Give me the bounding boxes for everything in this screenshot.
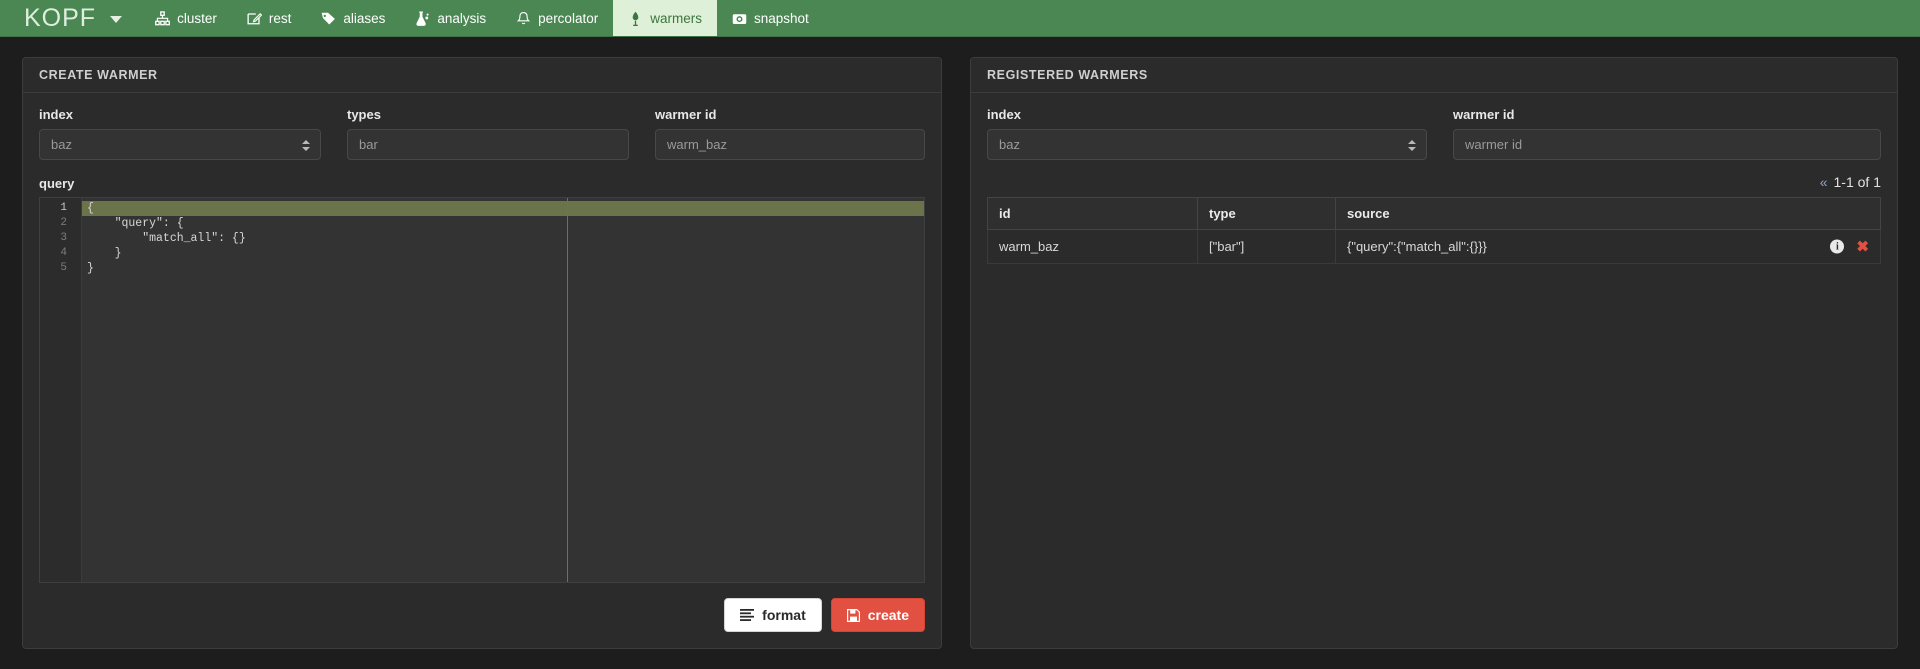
double-chevron-left-icon[interactable]: « [1820,174,1828,190]
create-warmer-id-input[interactable]: warm_baz [655,129,925,160]
nav-label: analysis [437,10,487,26]
code-line[interactable]: "match_all": {} [82,231,924,246]
registered-warmers-title: REGISTERED WARMERS [971,58,1897,93]
page-content: CREATE WARMER index baz types bar warmer… [0,37,1920,669]
gutter-line[interactable]: 5 [40,261,81,276]
create-warmer-id-field: warmer id warm_baz [655,107,925,160]
editor-code-area[interactable]: { "query": { "match_all": {} }} [82,198,924,582]
registered-warmers-panel: REGISTERED WARMERS index baz warmer id w… [970,57,1898,649]
nav-label: cluster [177,10,217,26]
brand-label: KOPF [24,3,97,32]
camera-icon [732,11,747,26]
bell-icon [516,11,531,26]
pagination: « 1-1 of 1 [987,174,1881,190]
cell-source-text: {"query":{"match_all":{}}} [1347,239,1487,254]
top-navbar: KOPF cluster rest aliases analysis perco… [0,0,1920,37]
nav-label: aliases [343,10,386,26]
cell-type: ["bar"] [1197,229,1336,264]
create-index-select[interactable]: baz [39,129,321,160]
align-justify-icon [740,609,755,621]
fire-icon [628,11,643,26]
code-line[interactable]: { [82,201,924,216]
registered-warmer-id-placeholder: warmer id [1465,137,1523,152]
create-warmer-actions: format create [39,598,925,632]
create-index-label: index [39,107,73,122]
create-index-field: index baz [39,107,321,160]
code-line[interactable]: } [82,246,924,261]
gutter-line[interactable]: 3 [40,231,81,246]
gutter-line[interactable]: 2 [40,216,81,231]
sitemap-icon [155,10,170,26]
column-header-source[interactable]: source [1335,197,1881,230]
registered-warmers-filters: index baz warmer id warmer id [987,107,1881,160]
nav-item-aliases[interactable]: aliases [306,0,400,36]
nav-item-percolator[interactable]: percolator [501,0,613,36]
create-warmer-form: index baz types bar warmer id warm_baz [39,107,925,160]
create-warmer-body: index baz types bar warmer id warm_baz q… [23,93,941,648]
nav-item-snapshot[interactable]: snapshot [717,0,824,36]
column-header-type[interactable]: type [1197,197,1336,230]
chevron-down-icon[interactable] [110,16,123,23]
gutter-line[interactable]: 1 [40,201,81,216]
query-editor[interactable]: 12345 { "query": { "match_all": {} }} [39,197,925,583]
nav-item-analysis[interactable]: analysis [400,0,501,36]
table-row: warm_baz ["bar"] {"query":{"match_all":{}}… [987,229,1881,264]
create-warmer-title: CREATE WARMER [23,58,941,93]
create-button-label: create [867,607,909,623]
cell-id: warm_baz [987,229,1198,264]
table-header: id type source [987,197,1881,230]
registered-index-label: index [987,107,1021,122]
nav-label: warmers [650,10,702,26]
nav-item-rest[interactable]: rest [232,0,307,36]
create-types-label: types [347,107,381,122]
flask-icon [415,10,430,26]
info-icon[interactable]: i [1830,239,1845,254]
code-line[interactable]: "query": { [82,216,924,231]
table-body: warm_baz ["bar"] {"query":{"match_all":{}}… [987,229,1881,264]
create-warmer-panel: CREATE WARMER index baz types bar warmer… [22,57,942,649]
close-icon[interactable]: ✖ [1856,239,1869,254]
format-button-label: format [762,607,806,623]
nav-items: cluster rest aliases analysis percolator [140,0,824,36]
create-types-input[interactable]: bar [347,129,629,160]
table-header-row: id type source [987,197,1881,230]
create-types-field: types bar [347,107,629,160]
registered-warmer-id-input[interactable]: warmer id [1453,129,1881,160]
nav-label: rest [268,10,292,26]
cell-source: {"query":{"match_all":{}}} i ✖ [1335,229,1881,264]
registered-warmers-body: index baz warmer id warmer id « 1-1 of 1 [971,93,1897,648]
edit-icon [247,11,262,26]
code-line[interactable]: } [82,261,924,276]
format-button[interactable]: format [724,598,822,632]
brand-logo[interactable]: KOPF [0,0,140,36]
row-actions: i ✖ [1830,239,1869,254]
nav-item-cluster[interactable]: cluster [140,0,232,36]
query-label: query [39,176,75,191]
print-margin-line [567,198,568,582]
tag-icon [321,11,336,26]
column-header-id[interactable]: id [987,197,1198,230]
gutter-line[interactable]: 4 [40,246,81,261]
nav-item-warmers[interactable]: warmers [613,0,717,36]
save-icon [846,608,860,622]
registered-index-select[interactable]: baz [987,129,1427,160]
registered-warmer-id-field: warmer id warmer id [1453,107,1881,160]
registered-index-field: index baz [987,107,1427,160]
registered-warmer-id-label: warmer id [1453,107,1515,122]
editor-gutter: 12345 [40,198,82,582]
pagination-label: 1-1 of 1 [1833,174,1881,190]
nav-label: percolator [538,10,599,26]
registered-warmers-table: id type source warm_baz ["bar"] {"query":{… [987,197,1881,264]
create-warmer-id-label: warmer id [655,107,717,122]
create-button[interactable]: create [830,598,925,632]
nav-label: snapshot [753,10,809,26]
